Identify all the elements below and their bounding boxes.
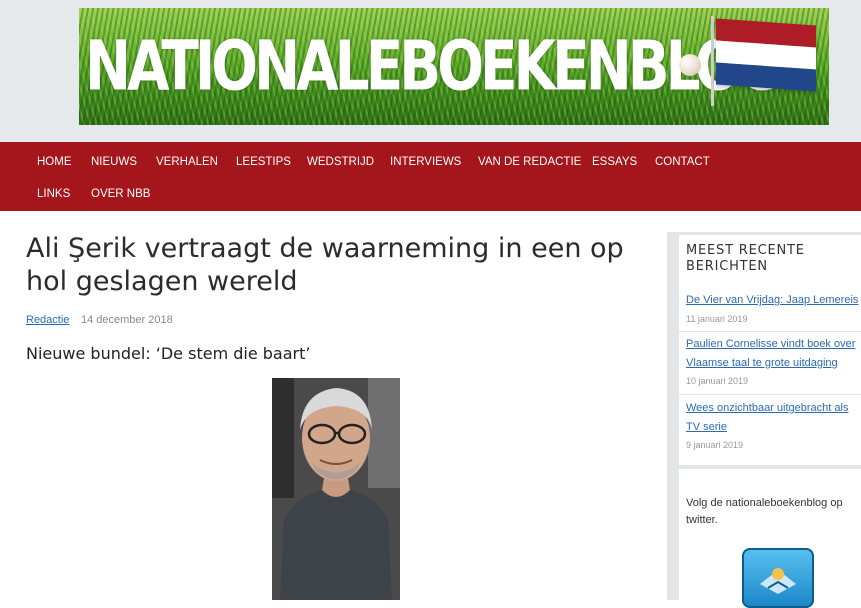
nav-item-wedstrijd[interactable]: WEDSTRIJD — [307, 156, 374, 168]
twitter-follow-text: Volg de nationaleboekenblog op twitter. — [686, 497, 843, 526]
recent-post-date: 11 januari 2019 — [686, 314, 748, 324]
flag-pole — [711, 16, 714, 106]
site-logo-text: NATIONALEBOEKENBLOG — [85, 25, 783, 106]
article-title: Ali Şerik vertraagt de waarneming in een… — [26, 233, 624, 297]
recent-posts-title: MEEST RECENTE BERICHTEN — [686, 243, 805, 274]
divider — [679, 331, 861, 332]
site-banner[interactable]: NATIONALEBOEKENBLOG — [79, 8, 829, 125]
twitter-app-icon[interactable] — [742, 548, 814, 608]
author-photo — [272, 378, 400, 600]
nav-item-home[interactable]: HOME — [37, 156, 72, 168]
nav-item-contact[interactable]: CONTACT — [655, 156, 710, 168]
nav-item-verhalen[interactable]: VERHALEN — [156, 156, 218, 168]
recent-post-date: 9 januari 2019 — [686, 440, 744, 450]
main-navigation: HOME NIEUWS VERHALEN LEESTIPS WEDSTRIJD … — [0, 142, 861, 211]
recent-post-link[interactable]: Wees onzichtbaar uitgebracht als TV seri… — [686, 399, 861, 437]
divider — [679, 394, 861, 395]
golf-ball-image — [679, 54, 701, 76]
nav-item-leestips[interactable]: LEESTIPS — [236, 156, 291, 168]
nav-item-van-de-redactie[interactable]: VAN DE REDACTIE — [478, 156, 581, 168]
recent-post-link[interactable]: Paulien Cornelisse vindt boek over Vlaam… — [686, 335, 861, 373]
nav-item-interviews[interactable]: INTERVIEWS — [390, 156, 461, 168]
nav-item-essays[interactable]: ESSAYS — [592, 156, 637, 168]
article-subtitle: Nieuwe bundel: ‘De stem die baart’ — [26, 344, 311, 363]
dutch-flag-image — [716, 18, 816, 92]
nav-item-nieuws[interactable]: NIEUWS — [91, 156, 137, 168]
recent-post-link[interactable]: De Vier van Vrijdag: Jaap Lemereis — [686, 291, 861, 310]
nav-item-links[interactable]: LINKS — [37, 188, 70, 200]
article-date: 14 december 2018 — [81, 314, 173, 326]
recent-post-date: 10 januari 2019 — [686, 376, 749, 386]
nav-item-over-nbb[interactable]: OVER NBB — [91, 188, 150, 200]
article-author-link[interactable]: Redactie — [26, 314, 69, 326]
